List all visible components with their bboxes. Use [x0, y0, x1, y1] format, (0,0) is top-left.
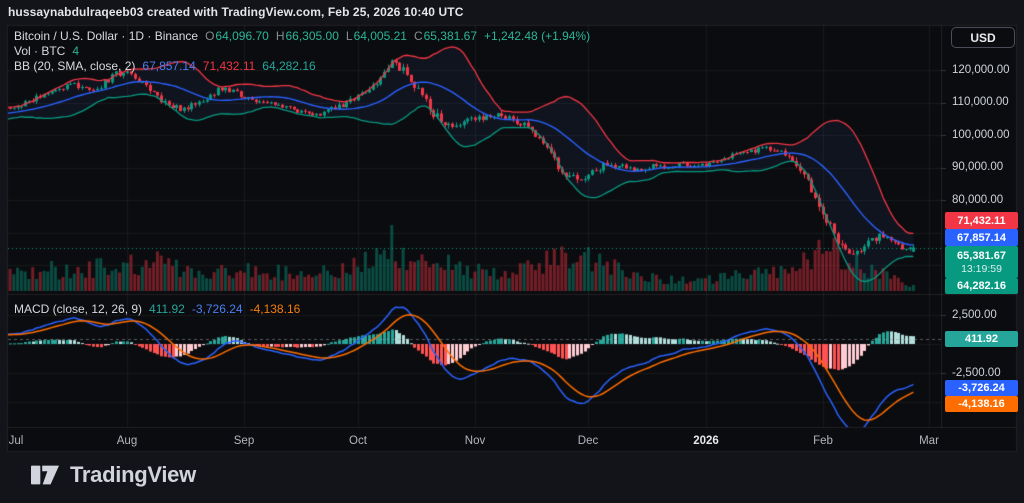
- bb-legend-title: BB (20, SMA, close, 2): [14, 59, 136, 73]
- macd-line-value: -3,726.24: [191, 302, 243, 316]
- time-axis-label: Aug: [116, 435, 138, 447]
- macd-signal-value: -4,138.16: [249, 302, 301, 316]
- bb-lower-badge: 64,282.16: [945, 278, 1018, 294]
- bb-lower-value: 64,282.16: [262, 59, 316, 73]
- symbol-title: Bitcoin / U.S. Dollar · 1D · Binance: [14, 29, 199, 43]
- price-axis-label: 120,000.00: [952, 64, 1010, 76]
- bollinger-legend[interactable]: BB (20, SMA, close, 2) 67,857.14 71,432.…: [14, 59, 316, 73]
- time-axis-label-year: 2026: [693, 435, 719, 447]
- price-axis-label: 90,000.00: [952, 161, 1004, 173]
- price-axis-label: 80,000.00: [952, 194, 1004, 206]
- currency-toggle-button[interactable]: USD: [951, 27, 1015, 48]
- macd-legend[interactable]: MACD (close, 12, 26, 9) 411.92 -3,726.24…: [14, 302, 300, 316]
- time-axis-label: Dec: [577, 435, 599, 447]
- volume-legend-title: Vol · BTC: [14, 44, 66, 58]
- macd-legend-title: MACD (close, 12, 26, 9): [14, 302, 143, 316]
- macd-hist-value: 411.92: [149, 302, 185, 316]
- macd-line-badge: -3,726.24: [945, 380, 1018, 396]
- time-axis-label: Sep: [233, 435, 255, 447]
- volume-legend-value: 4: [72, 44, 80, 58]
- bb-basis-badge: 67,857.14: [945, 229, 1018, 246]
- tradingview-logo-text: TradingView: [70, 462, 196, 487]
- volume-legend[interactable]: Vol · BTC 4: [14, 44, 79, 58]
- price-axis-label: 100,000.00: [952, 129, 1010, 141]
- bb-upper-badge: 71,432.11: [945, 212, 1018, 229]
- ohlc-open: O 64,096.70: [205, 29, 269, 43]
- time-axis-label: Feb: [813, 435, 833, 447]
- bb-upper-value: 71,432.11: [202, 59, 256, 73]
- macd-signal-badge: -4,138.16: [945, 396, 1018, 412]
- bar-countdown: 13:19:59: [961, 262, 1002, 275]
- price-change: +1,242.48 (+1.94%): [484, 29, 591, 43]
- time-axis-label: Oct: [349, 435, 367, 447]
- ohlc-low: L 64,005.21: [345, 29, 407, 43]
- time-axis-label: Nov: [464, 435, 486, 447]
- time-axis-label: Mar: [919, 435, 939, 447]
- ohlc-high: H 66,305.00: [275, 29, 339, 43]
- last-price-value: 65,381.67: [957, 249, 1006, 262]
- price-axis-label: 110,000.00: [952, 96, 1009, 108]
- ohlc-close: C 65,381.67: [413, 29, 478, 43]
- symbol-legend[interactable]: Bitcoin / U.S. Dollar · 1D · Binance O 64…: [14, 29, 590, 43]
- tradingview-widget: hussaynabdulraqeeb03 created with Tradin…: [0, 0, 1024, 503]
- attribution-text: hussaynabdulraqeeb03 created with Tradin…: [8, 5, 464, 19]
- bb-basis-value: 67,857.14: [142, 59, 196, 73]
- macd-axis-label: 2,500.00: [952, 309, 997, 321]
- price-chart-canvas[interactable]: [0, 0, 1024, 503]
- macd-axis-label: -2,500.00: [952, 367, 1001, 379]
- time-axis-label: Jul: [8, 435, 24, 447]
- tradingview-logo[interactable]: TradingView: [30, 461, 196, 489]
- tradingview-logo-icon: [31, 465, 59, 485]
- last-price-badge: 65,381.67 13:19:59: [945, 246, 1018, 278]
- currency-toggle-label: USD: [970, 30, 996, 45]
- macd-hist-badge: 411.92: [945, 331, 1018, 347]
